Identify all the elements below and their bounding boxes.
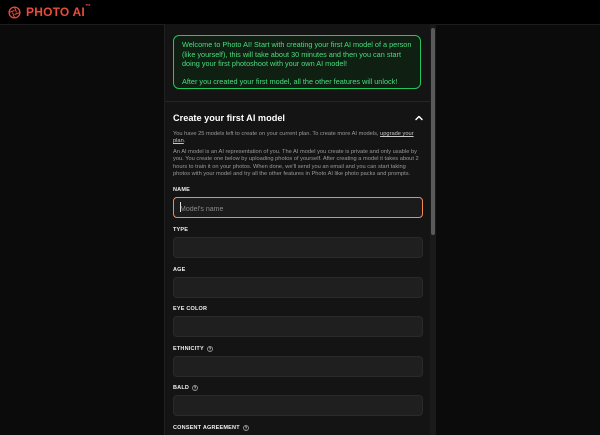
question-circle-icon[interactable]: [207, 346, 213, 352]
ethnicity-label: ETHNICITY: [173, 346, 213, 352]
type-label: TYPE: [173, 227, 189, 233]
section-title: Create your first AI model: [173, 113, 285, 123]
plan-info-text: You have 25 models left to create on you…: [173, 131, 414, 145]
question-circle-icon[interactable]: [192, 385, 198, 391]
bald-select[interactable]: [173, 395, 423, 416]
name-label: NAME: [173, 187, 190, 193]
text-caret: [180, 202, 181, 212]
aperture-icon: [8, 5, 21, 19]
chevron-up-icon[interactable]: [414, 113, 424, 123]
question-circle-icon[interactable]: [242, 425, 249, 431]
name-field[interactable]: [173, 197, 423, 219]
app-logo[interactable]: PHOTO AI™: [8, 4, 92, 19]
welcome-unlock-text: After you created your first model, all …: [182, 77, 398, 87]
type-select[interactable]: [173, 237, 423, 258]
model-description-text: An AI model is an AI representation of y…: [173, 149, 419, 178]
name-input[interactable]: [174, 200, 422, 219]
scrollbar-thumb[interactable]: [431, 28, 435, 235]
logo-text: PHOTO AI™: [26, 4, 92, 19]
eye-color-select[interactable]: [173, 316, 423, 337]
age-select[interactable]: [173, 277, 423, 298]
create-model-panel: Welcome to Photo AI! Start with creating…: [164, 24, 436, 435]
ethnicity-select[interactable]: [173, 356, 423, 377]
section-divider: [165, 101, 430, 102]
bald-label: BALD: [173, 385, 198, 391]
eye-color-label: EYE COLOR: [173, 306, 208, 312]
top-bar: PHOTO AI™: [0, 0, 600, 25]
age-label: AGE: [173, 267, 186, 273]
welcome-text: Welcome to Photo AI! Start with creating…: [182, 40, 412, 69]
welcome-banner: Welcome to Photo AI! Start with creating…: [173, 35, 421, 89]
consent-label: CONSENT AGREEMENT: [173, 425, 249, 431]
